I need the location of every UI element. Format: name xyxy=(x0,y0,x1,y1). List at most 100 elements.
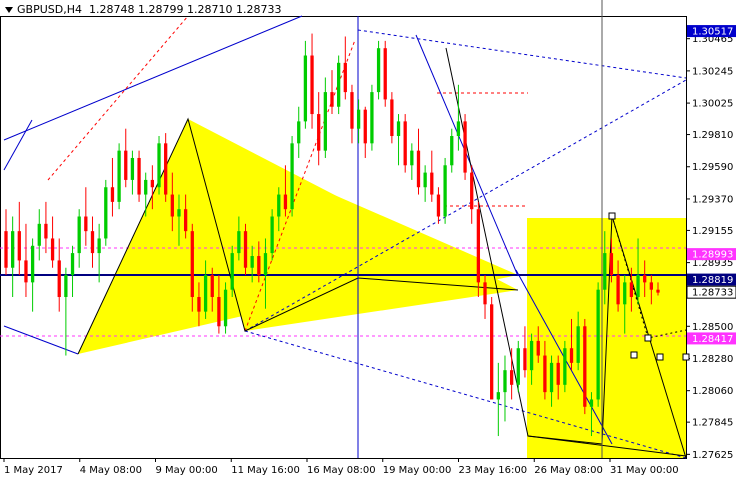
candle-body xyxy=(456,121,461,137)
candle-body xyxy=(529,340,534,371)
candle-body xyxy=(197,297,201,312)
y-tick-label: 1.29810 xyxy=(692,130,733,141)
candle-body xyxy=(44,223,48,239)
candle-body xyxy=(170,194,174,217)
candle-body xyxy=(649,282,653,290)
candle-body xyxy=(203,275,208,312)
candle-body xyxy=(164,143,168,195)
candle-body xyxy=(556,362,560,385)
candle-body xyxy=(463,121,467,173)
collapse-arrow-icon[interactable] xyxy=(5,7,13,13)
candle-body xyxy=(423,172,427,188)
chart-header: GBPUSD,H4 1.28748 1.28799 1.28710 1.2873… xyxy=(5,3,281,16)
candle-body xyxy=(596,289,600,400)
candle-body xyxy=(183,209,188,232)
x-tick-label: 1 May 2017 xyxy=(4,465,63,476)
candle-body xyxy=(603,253,607,290)
price-label: 1.30517 xyxy=(692,27,733,38)
candle-body xyxy=(583,326,587,407)
candle-body xyxy=(110,187,115,202)
forecast-point xyxy=(608,212,616,220)
candle-body xyxy=(589,399,594,407)
candle-body xyxy=(223,289,228,327)
y-tick-label: 1.29590 xyxy=(692,162,733,173)
candle-body xyxy=(317,114,321,151)
price-label: 1.28993 xyxy=(692,250,733,261)
candle-body xyxy=(656,289,660,293)
candle-body xyxy=(363,109,367,144)
candle-body xyxy=(343,62,347,93)
candle-body xyxy=(483,282,487,305)
candle-body xyxy=(144,179,148,195)
candle-body xyxy=(297,121,301,144)
candle-body xyxy=(263,253,268,276)
candle-body xyxy=(257,256,261,276)
y-tick-label: 1.30245 xyxy=(692,66,733,77)
candle-body xyxy=(390,99,394,137)
candle-body xyxy=(210,275,214,298)
x-tick-label: 31 May 00:00 xyxy=(610,465,679,476)
candle-body xyxy=(370,92,374,144)
forecast-point xyxy=(644,334,652,342)
candle-body xyxy=(623,282,627,305)
candle-body xyxy=(443,165,447,217)
candle-body xyxy=(190,231,194,298)
y-tick-label: 1.29155 xyxy=(692,226,733,237)
candle-body xyxy=(569,348,574,363)
candle-body xyxy=(283,194,288,210)
candle-body xyxy=(150,179,155,188)
candle-body xyxy=(50,238,55,261)
candle-body xyxy=(4,231,8,268)
candle-body xyxy=(376,48,381,93)
candle-body xyxy=(470,172,474,210)
candle-body xyxy=(37,223,41,246)
close-value: 1.28733 xyxy=(235,3,282,16)
open-value: 1.28748 xyxy=(88,3,135,16)
candle-body xyxy=(310,55,314,115)
price-label: 1.28417 xyxy=(692,334,733,345)
candle-body xyxy=(177,209,181,217)
candle-body xyxy=(117,150,121,202)
candle-body xyxy=(410,150,414,166)
x-tick-label: 11 May 16:00 xyxy=(231,465,300,476)
candle-body xyxy=(356,109,361,129)
candle-body xyxy=(563,348,567,385)
forecast-point xyxy=(656,353,664,361)
candle-body xyxy=(137,157,141,195)
y-tick-label: 1.28280 xyxy=(692,354,733,365)
candle-body xyxy=(230,253,234,290)
candle-body xyxy=(237,231,241,254)
candle-body xyxy=(450,136,454,166)
candle-body xyxy=(636,275,640,298)
candle-body xyxy=(57,260,61,298)
candle-body xyxy=(124,150,128,180)
candle-body xyxy=(337,62,341,107)
candle-body xyxy=(11,231,15,268)
candle-body xyxy=(77,216,81,254)
price-label: 1.28819 xyxy=(692,275,733,286)
high-value: 1.28799 xyxy=(137,3,184,16)
candle-body xyxy=(350,92,354,129)
chart-canvas[interactable]: 1.304651.302451.300251.298101.295901.293… xyxy=(0,0,736,480)
candle-body xyxy=(503,370,507,393)
candle-body xyxy=(616,275,620,305)
candle-body xyxy=(629,282,634,298)
candle-body xyxy=(97,238,101,254)
candle-body xyxy=(509,370,514,385)
price-chart[interactable]: 1.30465 1.30245 1.30025 1.29810 1.29590 1.293… xyxy=(0,0,736,480)
candle-body xyxy=(430,172,434,195)
y-tick-label: 1.29370 xyxy=(692,194,733,205)
symbol-label: GBPUSD,H4 xyxy=(17,3,82,16)
x-tick-label: 4 May 08:00 xyxy=(80,465,142,476)
candle-body xyxy=(576,326,580,363)
candle-body xyxy=(277,194,281,217)
y-tick-label: 1.27625 xyxy=(692,450,733,461)
candle-body xyxy=(243,231,248,268)
candle-body xyxy=(217,297,221,327)
y-tick-label: 1.28060 xyxy=(692,386,733,397)
candle-body xyxy=(523,348,527,371)
trendline-3 xyxy=(3,325,79,355)
candle-body xyxy=(516,348,520,385)
candle-body xyxy=(403,121,407,166)
y-tick-label: 1.30025 xyxy=(692,99,733,110)
